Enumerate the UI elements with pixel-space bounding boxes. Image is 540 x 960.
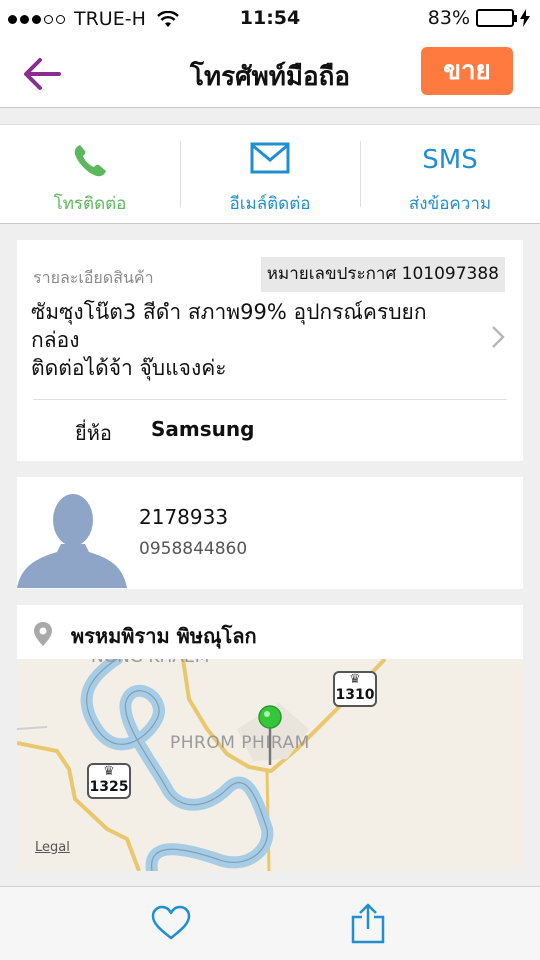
product-details-card[interactable]: รายละเอียดสินค้า หมายเลขประกาศ 101097388…	[17, 240, 523, 461]
map-view[interactable]: NONG KHAEM PHROM PHIRAM 1310 1325 Legal	[17, 659, 523, 871]
charging-bolt-icon	[520, 9, 530, 27]
battery-status: 83%	[428, 7, 530, 29]
location-text: พรหมพิราม พิษณุโลก	[71, 624, 257, 648]
location-header: พรหมพิราม พิษณุโลก	[17, 605, 523, 659]
map-pin-icon	[258, 705, 282, 765]
seller-card[interactable]: 2178933 0958844860	[17, 477, 523, 589]
map-legal-link[interactable]: Legal	[35, 840, 70, 855]
contact-options: โทรติดต่อ อีเมล์ติดต่อ SMS ส่งข้อความ	[0, 124, 540, 224]
brand-value: Samsung	[151, 417, 255, 441]
seller-id: 2178933	[139, 505, 229, 529]
call-label: โทรติดต่อ	[53, 194, 127, 214]
sms-label: ส่งข้อความ	[408, 194, 492, 214]
brand-label: ยี่ห้อ	[75, 421, 112, 445]
chevron-right-icon	[491, 322, 505, 357]
navigation-bar: โทรศัพท์มือถือ ขาย	[0, 36, 540, 108]
envelope-icon	[250, 142, 290, 174]
road-1325-shield: 1325	[87, 763, 131, 799]
location-card: NONG KHAEM PHROM PHIRAM 1310 1325 Legal …	[17, 605, 523, 871]
share-icon	[351, 903, 385, 944]
bottom-toolbar	[0, 886, 540, 960]
email-button[interactable]: อีเมล์ติดต่อ	[180, 125, 360, 223]
divider	[33, 399, 507, 400]
details-label: รายละเอียดสินค้า	[33, 268, 154, 287]
share-button[interactable]	[350, 903, 386, 949]
road-1310-shield: 1310	[333, 671, 377, 707]
user-silhouette-icon	[17, 494, 127, 588]
map-town-label: NONG KHAEM	[91, 659, 209, 667]
ad-number-badge: หมายเลขประกาศ 101097388	[260, 257, 505, 292]
sms-icon: SMS	[422, 145, 478, 175]
status-bar: TRUE-H 11:54 83%	[0, 0, 540, 36]
phone-icon	[74, 145, 106, 177]
heart-icon	[151, 905, 191, 940]
email-label: อีเมล์ติดต่อ	[229, 194, 311, 214]
map-town-label: PHROM PHIRAM	[170, 733, 310, 753]
product-description: ซัมซุงโน๊ต3 สีดำ สภาพ99% อุปกรณ์ครบยก กล…	[31, 300, 427, 380]
seller-phone[interactable]: 0958844860	[139, 539, 247, 559]
favorite-button[interactable]	[150, 905, 192, 945]
avatar	[17, 486, 127, 588]
location-pin-icon	[34, 622, 52, 646]
sell-button[interactable]: ขาย	[421, 47, 513, 95]
battery-percent: 83%	[427, 7, 470, 29]
call-button[interactable]: โทรติดต่อ	[0, 125, 180, 223]
sms-button[interactable]: SMS ส่งข้อความ	[360, 125, 540, 223]
battery-icon	[476, 9, 517, 27]
